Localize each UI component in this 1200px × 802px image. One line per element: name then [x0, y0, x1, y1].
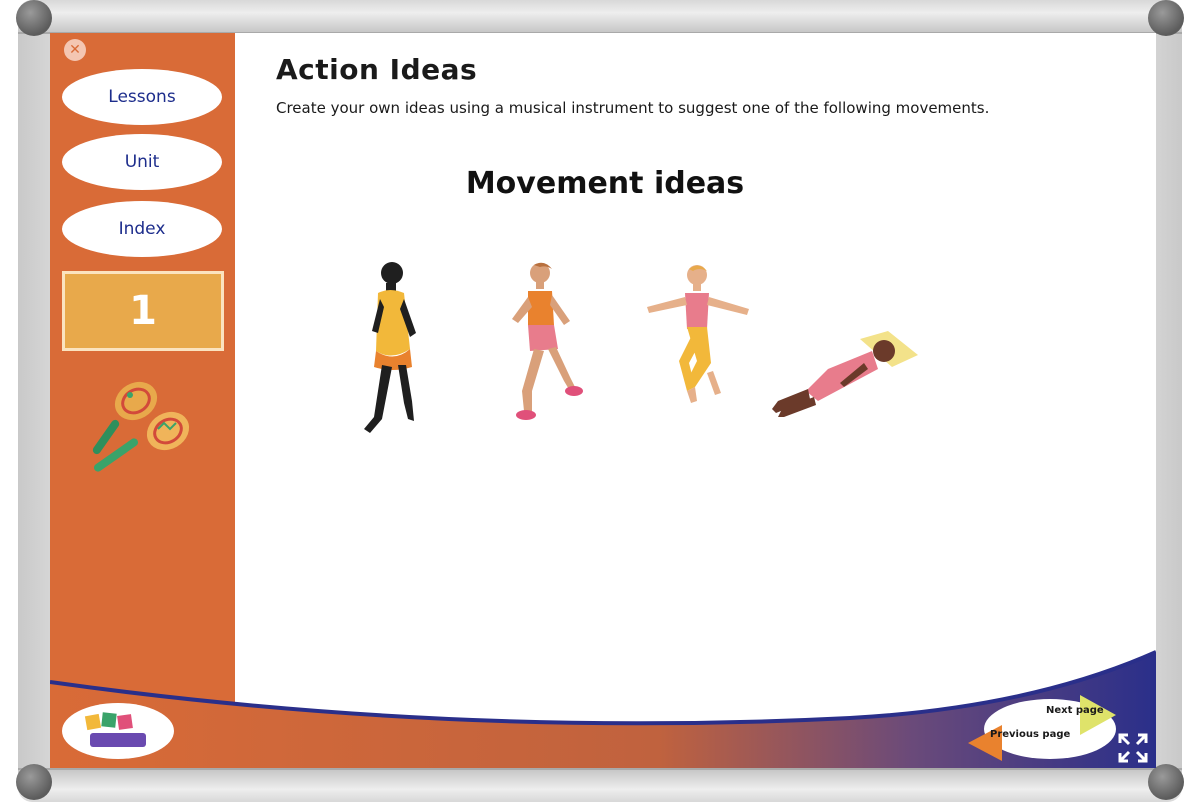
- close-icon[interactable]: ✕: [64, 39, 86, 61]
- lessons-button[interactable]: Lessons: [62, 69, 222, 125]
- page-instructions: Create your own ideas using a musical in…: [276, 99, 990, 117]
- index-button[interactable]: Index: [62, 201, 222, 257]
- lesson-screen: ✕ Lessons Unit Index 1 Action Ideas Crea…: [50, 33, 1156, 768]
- whiteboard-frame-bottom: [18, 768, 1182, 802]
- maracas-icon: [92, 381, 190, 472]
- movement-ideas-heading: Movement ideas: [465, 166, 745, 201]
- previous-page-label: Previous page: [990, 729, 1071, 740]
- unit-label: Unit: [124, 152, 160, 172]
- fun-music-logo: [62, 703, 174, 759]
- page-title: Action Ideas: [276, 53, 478, 86]
- previous-page-button[interactable]: Previous page: [990, 729, 1070, 740]
- page-nav-graphic: [968, 695, 1116, 761]
- lessons-label: Lessons: [108, 87, 176, 107]
- fullscreen-icon[interactable]: [1118, 733, 1148, 763]
- frame-corner: [16, 0, 52, 36]
- whiteboard-frame-top: [18, 0, 1182, 34]
- walking-figure: [364, 262, 416, 433]
- index-label: Index: [118, 219, 166, 239]
- page-number: 1: [129, 288, 157, 334]
- running-figure: [512, 262, 583, 420]
- lying-down-figure: [772, 331, 918, 417]
- frame-corner: [1148, 0, 1184, 36]
- next-page-button[interactable]: Next page: [1046, 705, 1104, 716]
- jumping-figure: [647, 265, 749, 403]
- frame-corner: [16, 764, 52, 800]
- page-number-badge: 1: [62, 271, 224, 351]
- fun-music-logo-mark: [84, 712, 146, 747]
- next-page-label: Next page: [1046, 705, 1104, 716]
- unit-button[interactable]: Unit: [62, 134, 222, 190]
- frame-corner: [1148, 764, 1184, 800]
- page-navigation: Next page Previous page: [968, 691, 1118, 763]
